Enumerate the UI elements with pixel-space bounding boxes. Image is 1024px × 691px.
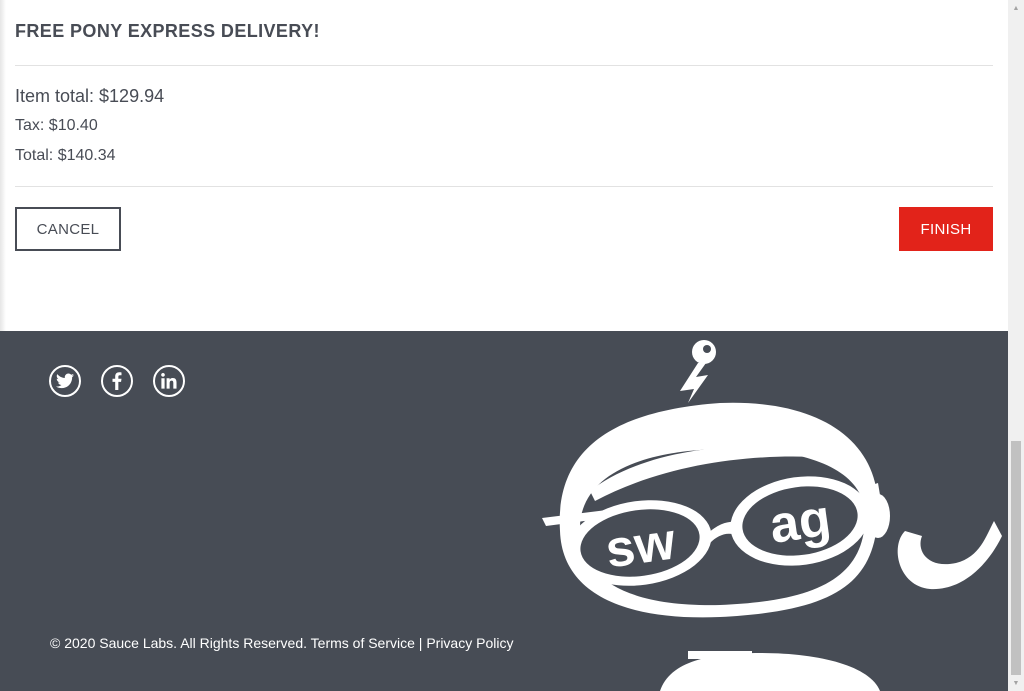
summary-item-total: Item total: $129.94 xyxy=(15,86,165,106)
linkedin-icon[interactable] xyxy=(153,365,185,397)
swag-robot-logo: sw ag xyxy=(542,340,1002,691)
robot-text-sw: sw xyxy=(602,512,679,579)
scroll-down-icon[interactable]: ▼ xyxy=(1008,675,1024,691)
divider xyxy=(15,186,993,187)
scroll-up-icon[interactable]: ▲ xyxy=(1008,0,1024,16)
divider xyxy=(15,65,993,66)
cancel-button[interactable]: CANCEL xyxy=(15,207,121,251)
twitter-icon[interactable] xyxy=(49,365,81,397)
footer: sw ag © 2020 Sauce Labs. All Rights Rese… xyxy=(0,331,1008,691)
checkout-overview: FREE PONY EXPRESS DELIVERY! Item total: … xyxy=(0,0,1008,331)
robot-text-ag: ag xyxy=(766,489,834,555)
summary-total: Total: $140.34 xyxy=(15,147,116,164)
shipping-info-value: FREE PONY EXPRESS DELIVERY! xyxy=(15,21,320,41)
left-shadow xyxy=(0,0,6,331)
finish-button[interactable]: FINISH xyxy=(899,207,993,251)
copyright-text: © 2020 Sauce Labs. All Rights Reserved. … xyxy=(50,635,514,651)
scrollbar-thumb[interactable] xyxy=(1011,441,1021,675)
summary-tax: Tax: $10.40 xyxy=(15,117,98,134)
facebook-icon[interactable] xyxy=(101,365,133,397)
vertical-scrollbar[interactable]: ▲ ▼ xyxy=(1008,0,1024,691)
